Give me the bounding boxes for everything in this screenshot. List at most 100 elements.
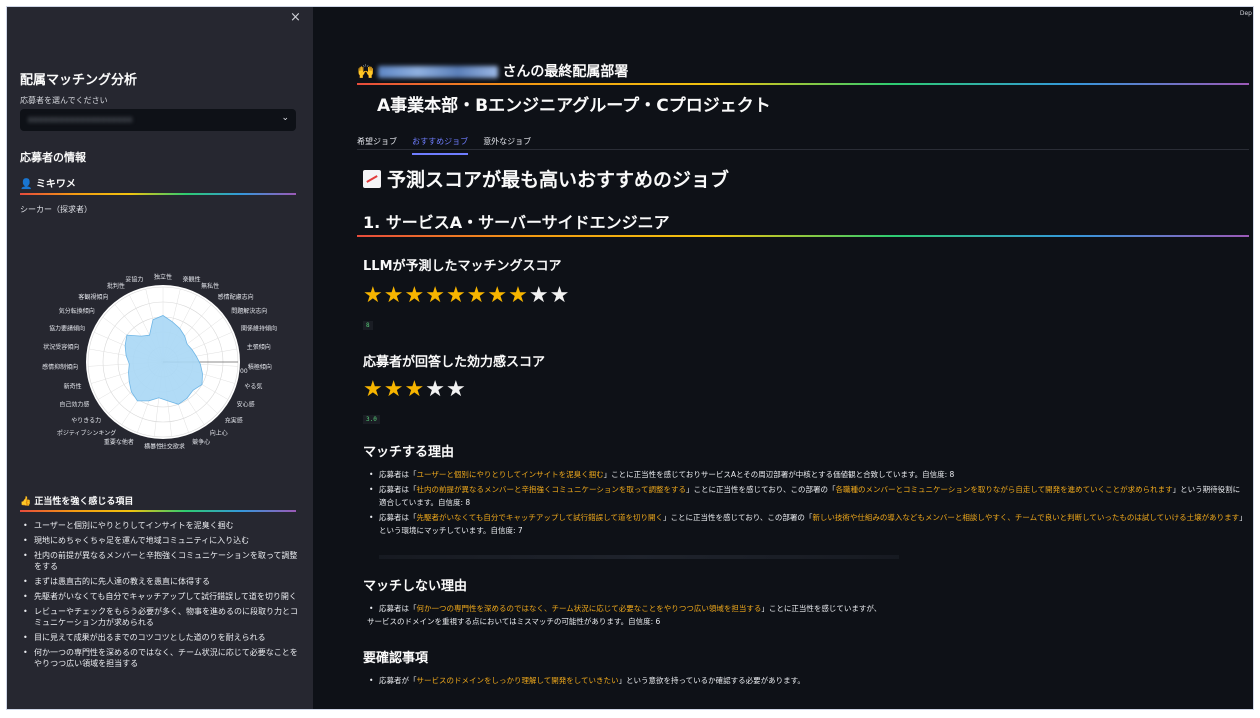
- radar-axis-label: 感情配慮志向: [218, 293, 254, 301]
- llm-score-heading: LLMが予測したマッチングスコア: [363, 259, 562, 274]
- justice-heading: 👍 正当性を強く感じる項目: [20, 497, 134, 507]
- divider: [357, 235, 1249, 237]
- confirmation-heading: 要確認事項: [363, 651, 429, 666]
- star-filled-icon: ★: [363, 377, 384, 402]
- main-content: Dep 🙌 さんの最終配属部署 A事業本部・Bエンジニアグループ・Cプロジェクト …: [313, 7, 1253, 709]
- radar-axis-label: 安心感: [237, 401, 255, 409]
- divider: [20, 193, 296, 195]
- applicant-info-heading: 応募者の情報: [20, 151, 86, 164]
- star-filled-icon: ★: [487, 283, 509, 308]
- deploy-button[interactable]: Dep: [1240, 10, 1252, 17]
- justice-list: ユーザーと個別にやりとりしてインサイトを泥臭く掴む 現地にめちゃくちゃ足を運んで…: [20, 520, 300, 673]
- job-title: 1. サービスA・サーバーサイドエンジニア: [363, 213, 670, 232]
- star-filled-icon: ★: [363, 283, 384, 308]
- list-item: 応募者は「先駆者がいなくても自分でキャッチアップして試行錯誤して道を切り開く」こ…: [367, 511, 1247, 537]
- list-item: 現地にめちゃくちゃ足を運んで地域コミュニティに入り込む: [20, 535, 300, 546]
- radar-axis-label: 重要な他者: [104, 438, 134, 446]
- star-filled-icon: ★: [404, 283, 426, 308]
- recommendation-heading-text: 予測スコアが最も高いおすすめのジョブ: [387, 169, 730, 191]
- list-item: 社内の前提が異なるメンバーと辛抱強くコミュニケーションを取って調整をする: [20, 550, 300, 572]
- star-empty-icon: ★: [425, 377, 446, 402]
- match-reasons-list: 応募者は「ユーザーと個別にやりとりしてインサイトを泥臭く掴む」ことに正当性を感じ…: [367, 468, 1247, 539]
- tab-unexpected-job[interactable]: 意外なジョブ: [483, 136, 531, 153]
- llm-star-rating: ★★★★★★★★★★: [363, 283, 570, 308]
- person-heading-text: さんの最終配属部署: [502, 64, 629, 80]
- radar-axis-label: 横暴性: [144, 442, 162, 450]
- star-empty-icon: ★: [445, 377, 467, 402]
- radar-axis-label: 充実感: [225, 416, 243, 424]
- star-filled-icon: ★: [466, 283, 488, 308]
- radar-axis-label: 関係維持傾向: [241, 324, 277, 332]
- tab-recommended-job[interactable]: おすすめジョブ: [412, 136, 469, 155]
- star-filled-icon: ★: [383, 283, 405, 308]
- tab-underline: [357, 149, 1249, 150]
- list-item: ユーザーと個別にやりとりしてインサイトを泥臭く掴む: [20, 520, 300, 531]
- radar-axis-label: 気分転換傾向: [59, 307, 95, 315]
- star-filled-icon: ★: [445, 283, 467, 308]
- llm-score-value: 8: [363, 321, 373, 330]
- list-item: まずは愚直古的に先人達の教えを愚直に体得する: [20, 576, 300, 587]
- radar-axis-label: 協力要請傾向: [49, 324, 85, 332]
- faded-text: [379, 555, 899, 559]
- applicant-type: シーカー（探求者）: [20, 205, 92, 214]
- star-empty-icon: ★: [528, 283, 550, 308]
- star-filled-icon: ★: [508, 283, 529, 308]
- list-item: 応募者は「ユーザーと個別にやりとりしてインサイトを泥臭く掴む」ことに正当性を感じ…: [367, 468, 1247, 481]
- radar-axis-label: 社交欲求: [161, 442, 185, 450]
- radar-axis-label: 競争心: [192, 438, 210, 446]
- department-title: A事業本部・Bエンジニアグループ・Cプロジェクト: [377, 96, 771, 116]
- radar-axis-label: 無私性: [201, 282, 219, 290]
- sidebar-title: 配属マッチング分析: [20, 73, 138, 88]
- radar-tick-label: 00: [240, 368, 248, 375]
- efficacy-star-rating: ★★★★★: [363, 377, 467, 402]
- chevron-down-icon: ⌄: [281, 113, 289, 123]
- tab-bar: 希望ジョブ おすすめジョブ 意外なジョブ: [357, 129, 541, 155]
- radar-axis-label: やる気: [244, 382, 262, 390]
- select-label: 応募者を選んでください: [20, 96, 108, 105]
- mismatch-reasons-list: 応募者は「何か一つの専門性を深めるのではなく、チーム状況に応じて必要なことをやり…: [367, 602, 1247, 630]
- radar-axis-label: 独立性: [154, 273, 172, 281]
- star-filled-icon: ★: [425, 283, 446, 308]
- radar-axis-label: やりきる力: [71, 416, 101, 424]
- divider: [20, 510, 296, 512]
- radar-axis-label: 楽観性: [183, 275, 201, 283]
- list-item: 先駆者がいなくても自分でキャッチアップして試行錯誤して道を切り開く: [20, 591, 300, 602]
- close-icon[interactable]: ×: [290, 10, 301, 25]
- list-item: 応募者は「社内の前提が異なるメンバーと辛抱強くコミュニケーションを取って調整をす…: [367, 483, 1247, 509]
- sidebar: × 配属マッチング分析 応募者を選んでください xxxxxxxxxxxxxxxx…: [7, 7, 313, 709]
- efficacy-score-heading: 応募者が回答した効力感スコア: [363, 355, 546, 370]
- radar-axis-label: 客観視傾向: [78, 293, 108, 301]
- tab-desired-job[interactable]: 希望ジョブ: [357, 136, 397, 153]
- list-item: 目に見えて成果が出るまでのコツコツとした道のりを耐えられる: [20, 632, 300, 643]
- star-empty-icon: ★: [549, 283, 571, 308]
- app-window: × 配属マッチング分析 応募者を選んでください xxxxxxxxxxxxxxxx…: [6, 6, 1254, 710]
- applicant-select-value: xxxxxxxxxxxxxxxxxxxx: [28, 115, 133, 124]
- applicant-select[interactable]: xxxxxxxxxxxxxxxxxxxx ⌄: [20, 109, 296, 131]
- radar-axis-label: ポジティブシンキング: [57, 429, 116, 437]
- redacted-name: [378, 66, 499, 78]
- list-item: 応募者は「何か一つの専門性を深めるのではなく、チーム状況に応じて必要なことをやり…: [367, 602, 1247, 628]
- chart-increasing-icon: [363, 170, 381, 188]
- radar-axis-label: 主張傾向: [247, 343, 271, 351]
- efficacy-score-value: 3.0: [363, 415, 380, 424]
- recommendation-heading: 予測スコアが最も高いおすすめのジョブ: [363, 165, 729, 192]
- list-item: 何か一つの専門性を深めるのではなく、チーム状況に応じて必要なことをやりつつ広い領…: [20, 647, 300, 669]
- radar-axis-label: 問題解決志向: [231, 307, 267, 315]
- confirmation-list: 応募者が「サービスのドメインをしっかり理解して開発をしていきたい」という意欲を持…: [367, 674, 1247, 689]
- radar-axis-label: 積極傾向: [248, 363, 272, 371]
- mismatch-reasons-heading: マッチしない理由: [363, 579, 468, 594]
- radar-axis-label: 状況受容傾向: [43, 343, 79, 351]
- divider: [357, 83, 1249, 85]
- person-heading: 🙌 さんの最終配属部署: [357, 61, 628, 81]
- radar-axis-label: 自己効力感: [59, 401, 89, 409]
- applicant-name: 👤 ミキワメ: [20, 179, 76, 190]
- radar-axis-label: 向上心: [210, 429, 228, 437]
- personality-radar-chart: 独立性 楽観性無私性感情配慮志向問題解決志向関係維持傾向主張傾向積極傾向やる気安心…: [42, 273, 277, 450]
- raised-hands-icon: 🙌: [357, 64, 375, 80]
- list-item: レビューやチェックをもらう必要が多く、物事を進めるのに段取り力とコミュニケーショ…: [20, 606, 300, 628]
- star-filled-icon: ★: [404, 377, 426, 402]
- radar-axis-label: 感情抑制傾向: [42, 363, 78, 371]
- radar-axis-label: 妥協力: [125, 275, 143, 283]
- star-filled-icon: ★: [383, 377, 405, 402]
- list-item: 応募者が「サービスのドメインをしっかり理解して開発をしていきたい」という意欲を持…: [367, 674, 1247, 687]
